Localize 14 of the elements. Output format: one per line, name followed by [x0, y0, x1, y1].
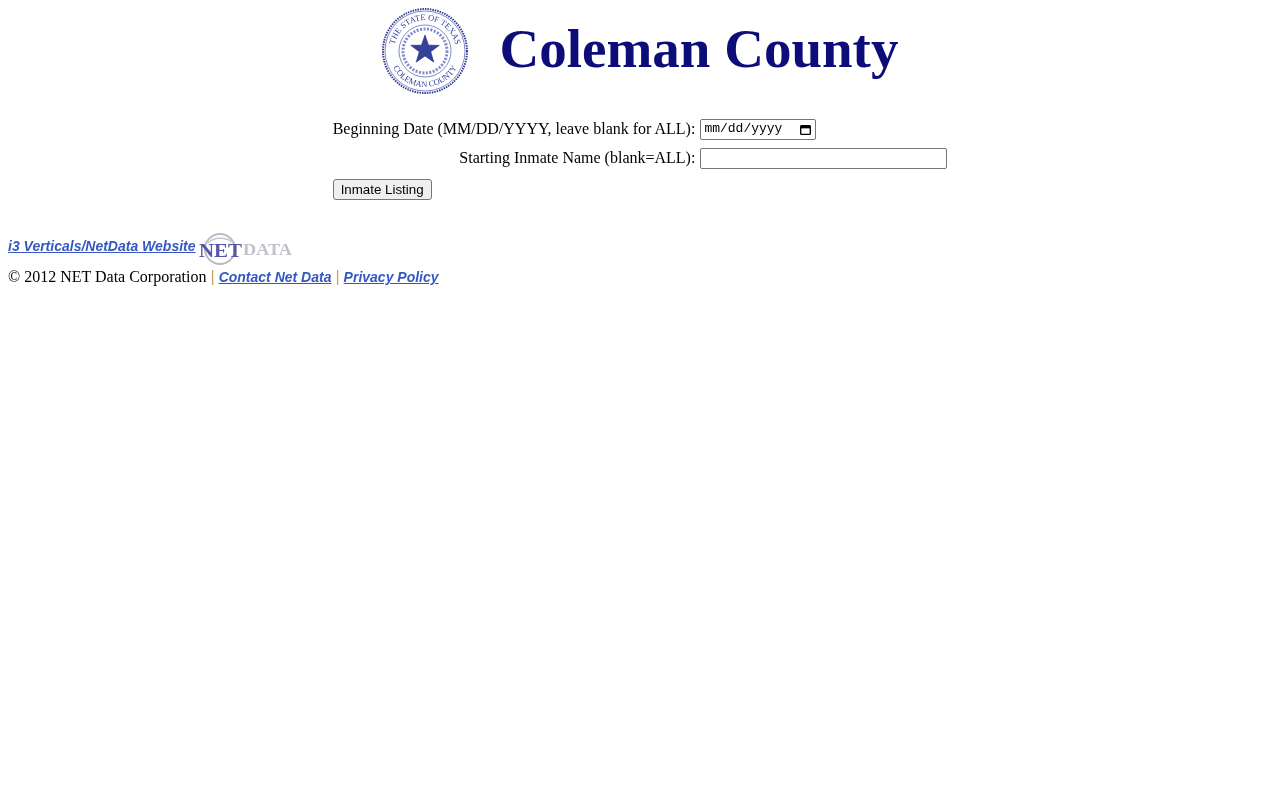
separator: |	[335, 267, 340, 287]
inmate-listing-button[interactable]: Inmate Listing	[332, 179, 432, 200]
date-field[interactable]: mm/dd/yyyy	[700, 118, 817, 140]
copyright-text: © 2012 NET Data Corporation	[8, 267, 207, 288]
website-link[interactable]: i3 Verticals/NetData Website	[8, 236, 196, 257]
calendar-icon[interactable]	[800, 123, 812, 135]
footer-link[interactable]: Privacy Policy	[343, 267, 439, 288]
county-title: Coleman County	[499, 20, 899, 81]
netdata-logo: NET DATA	[198, 233, 293, 265]
field-label: Starting Inmate Name (blank=ALL):	[458, 148, 696, 169]
footer-link[interactable]: Contact Net Data	[218, 267, 332, 288]
name-input[interactable]	[700, 147, 948, 169]
field-label: Beginning Date (MM/DD/YYYY, leave blank for ALL):	[332, 119, 696, 140]
separator: |	[210, 267, 215, 287]
